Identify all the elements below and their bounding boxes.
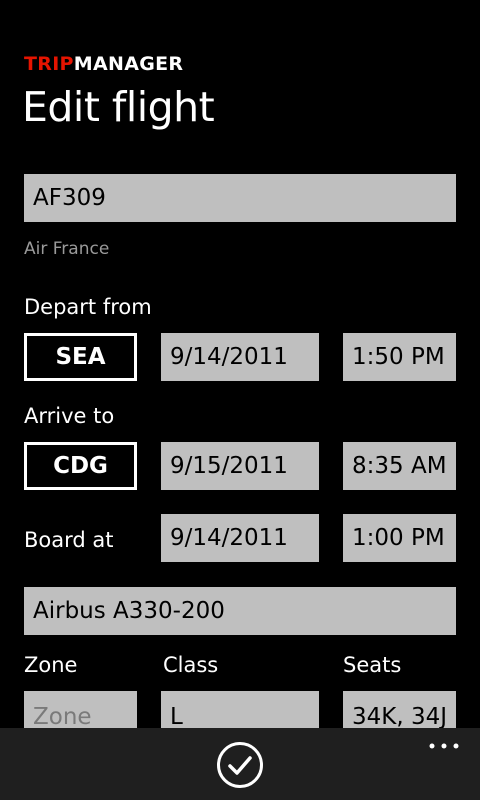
zone-placeholder: Zone: [33, 704, 92, 730]
app-title: TRIPMANAGER: [24, 53, 183, 75]
check-icon: [217, 742, 263, 788]
arrive-date-picker[interactable]: 9/15/2011: [161, 442, 319, 490]
arrive-airport-button[interactable]: CDG: [24, 442, 137, 490]
aircraft-value: Airbus A330-200: [33, 598, 225, 624]
depart-airport-button[interactable]: SEA: [24, 333, 137, 381]
class-value: L: [170, 704, 183, 730]
depart-date-picker[interactable]: 9/14/2011: [161, 333, 319, 381]
board-time-picker[interactable]: 1:00 PM: [343, 514, 456, 562]
arrive-label: Arrive to: [24, 404, 115, 428]
app-title-manager: MANAGER: [73, 53, 184, 75]
ellipsis-icon: [429, 743, 459, 749]
arrive-date-value: 9/15/2011: [170, 453, 288, 479]
board-date-value: 9/14/2011: [170, 525, 288, 551]
depart-label: Depart from: [24, 295, 152, 319]
aircraft-input[interactable]: Airbus A330-200: [24, 587, 456, 635]
board-date-picker[interactable]: 9/14/2011: [161, 514, 319, 562]
depart-airport-code: SEA: [55, 344, 106, 370]
board-label: Board at: [24, 528, 114, 552]
depart-date-value: 9/14/2011: [170, 344, 288, 370]
page-title: Edit flight: [22, 83, 215, 131]
more-options-button[interactable]: [428, 736, 460, 749]
flight-number-input[interactable]: AF309: [24, 174, 456, 222]
arrive-time-value: 8:35 AM: [352, 453, 447, 479]
app-bar: [0, 728, 480, 800]
arrive-airport-code: CDG: [53, 453, 108, 479]
app-title-trip: TRIP: [24, 53, 74, 75]
flight-number-value: AF309: [33, 185, 106, 211]
board-time-value: 1:00 PM: [352, 525, 445, 551]
save-button[interactable]: [216, 741, 264, 789]
airline-name: Air France: [24, 239, 110, 259]
arrive-time-picker[interactable]: 8:35 AM: [343, 442, 456, 490]
seats-value: 34K, 34J: [352, 704, 448, 730]
depart-time-value: 1:50 PM: [352, 344, 445, 370]
seats-label: Seats: [343, 653, 402, 677]
zone-label: Zone: [24, 653, 78, 677]
depart-time-picker[interactable]: 1:50 PM: [343, 333, 456, 381]
class-label: Class: [163, 653, 219, 677]
